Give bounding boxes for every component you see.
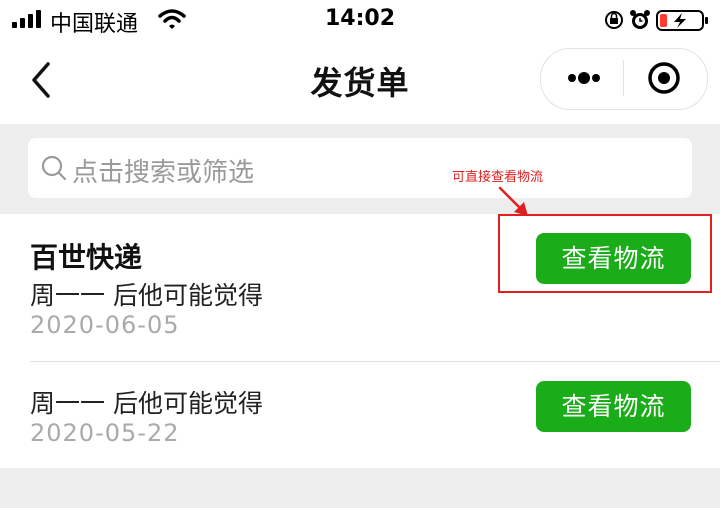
battery-icon [656,10,708,31]
annotation-highlight-box [498,214,712,293]
search-placeholder: 点击搜索或筛选 [72,158,255,188]
alarm-icon [630,10,650,29]
more-options-icon[interactable] [546,50,622,106]
order-description: 周一一 后他可能觉得 [30,389,263,418]
order-description: 周一一 后他可能觉得 [30,281,263,310]
close-miniprogram-icon[interactable] [626,50,702,106]
list-divider [30,361,720,362]
order-date: 2020-05-22 [30,419,180,447]
search-icon [41,155,67,181]
annotation-label: 可直接查看物流 [452,170,544,185]
rotation-lock-icon [605,11,623,29]
courier-company: 百世快递 [30,241,143,274]
capsule-divider [623,60,624,96]
view-logistics-button[interactable]: 查看物流 [536,381,691,432]
order-date: 2020-06-05 [30,311,180,339]
status-indicators [605,10,708,31]
